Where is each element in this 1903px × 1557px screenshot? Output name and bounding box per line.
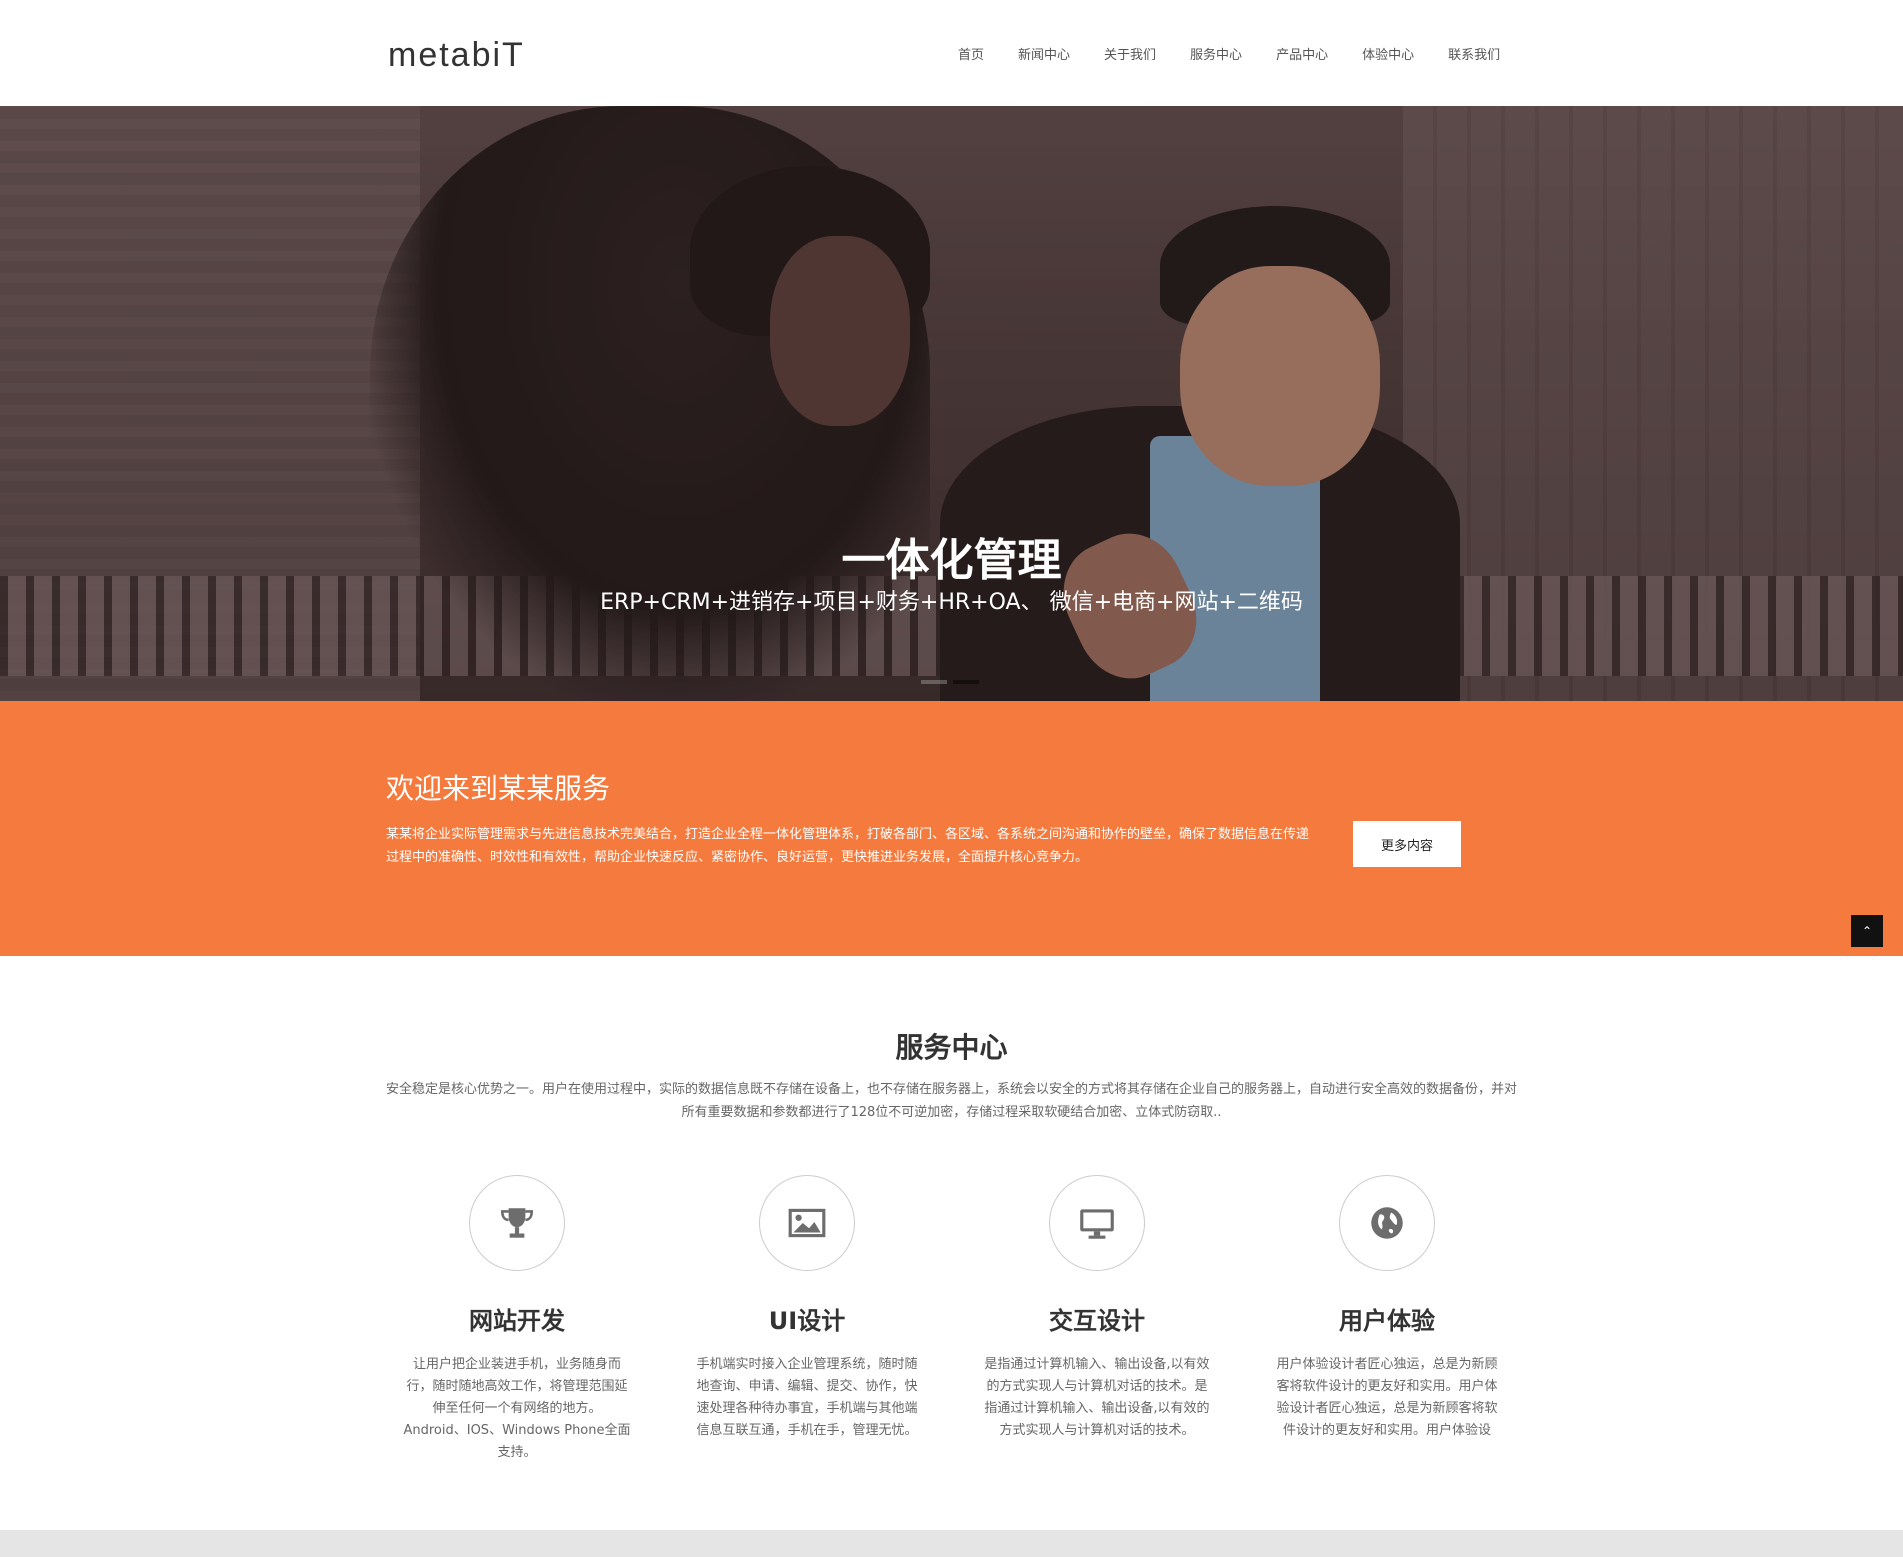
site-logo[interactable]: metabiT <box>388 36 525 75</box>
service-icon-circle[interactable] <box>759 1175 855 1271</box>
page: metabiT 首页 新闻中心 关于我们 服务中心 产品中心 体验中心 联系我们… <box>0 0 1903 1557</box>
welcome-title: 欢迎来到某某服务 <box>386 772 611 805</box>
service-name: 网站开发 <box>469 1307 565 1335</box>
nav-item-about[interactable]: 关于我们 <box>1104 44 1156 63</box>
service-icon-circle[interactable] <box>1049 1175 1145 1271</box>
footer-strip <box>0 1530 1903 1557</box>
hero-slider-dot-active[interactable] <box>953 680 979 684</box>
service-icon-circle[interactable] <box>1339 1175 1435 1271</box>
service-text: 让用户把企业装进手机，业务随身而行，随时随地高效工作，将管理范围延伸至任何一个有… <box>403 1357 631 1460</box>
services-description: 安全稳定是核心优势之一。用户在使用过程中，实际的数据信息既不存储在设备上，也不存… <box>386 1082 1518 1120</box>
services-section: 服务中心 安全稳定是核心优势之一。用户在使用过程中，实际的数据信息既不存储在设备… <box>0 956 1903 1530</box>
service-text: 是指通过计算机输入、输出设备,以有效的方式实现人与计算机对话的技术。是指通过计算… <box>984 1357 1210 1438</box>
nav-item-contact[interactable]: 联系我们 <box>1448 44 1500 63</box>
service-icon-circle[interactable] <box>469 1175 565 1271</box>
welcome-section: 欢迎来到某某服务 某某将企业实际管理需求与先进信息技术完美结合，打造企业全程一体… <box>0 701 1903 956</box>
back-to-top-button[interactable]: ⌃ <box>1851 915 1883 947</box>
site-header: metabiT 首页 新闻中心 关于我们 服务中心 产品中心 体验中心 联系我们 <box>0 0 1903 106</box>
service-card-user-experience: 用户体验 用户体验设计者匠心独运，总是为新顾客将软件设计的更友好和实用。用户体验… <box>1257 1175 1517 1442</box>
service-card-ui-design: UI设计 手机端实时接入企业管理系统，随时随地查询、申请、编辑、提交、协作，快速… <box>677 1175 937 1442</box>
monitor-icon <box>1080 1209 1114 1239</box>
service-text: 用户体验设计者匠心独运，总是为新顾客将软件设计的更友好和实用。用户体验设计者匠心… <box>1276 1357 1498 1438</box>
service-name: 用户体验 <box>1339 1307 1435 1335</box>
nav-item-products[interactable]: 产品中心 <box>1276 44 1328 63</box>
image-icon <box>788 1208 826 1238</box>
nav-item-experience[interactable]: 体验中心 <box>1362 44 1414 63</box>
hero-slider-dot[interactable] <box>921 680 947 684</box>
more-content-button[interactable]: 更多内容 <box>1353 821 1461 867</box>
main-nav: 首页 新闻中心 关于我们 服务中心 产品中心 体验中心 联系我们 <box>958 44 1534 63</box>
services-title: 服务中心 <box>895 1031 1008 1064</box>
service-text: 手机端实时接入企业管理系统，随时随地查询、申请、编辑、提交、协作，快速处理各种待… <box>696 1357 918 1438</box>
hero-title: 一体化管理 <box>841 535 1062 586</box>
hero-subtitle: ERP+CRM+进销存+项目+财务+HR+OA、 微信+电商+网站+二维码 <box>600 590 1303 615</box>
service-name: 交互设计 <box>1049 1307 1145 1335</box>
hero-banner: 一体化管理 ERP+CRM+进销存+项目+财务+HR+OA、 微信+电商+网站+… <box>0 106 1903 701</box>
hero-slider-dots <box>921 680 985 684</box>
welcome-text: 某某将企业实际管理需求与先进信息技术完美结合，打造企业全程一体化管理体系，打破各… <box>386 827 1310 865</box>
service-card-web-dev: 网站开发 让用户把企业装进手机，业务随身而行，随时随地高效工作，将管理范围延伸至… <box>387 1175 647 1464</box>
nav-item-news[interactable]: 新闻中心 <box>1018 44 1070 63</box>
nav-item-home[interactable]: 首页 <box>958 44 984 63</box>
globe-icon <box>1371 1207 1403 1239</box>
service-name: UI设计 <box>768 1307 846 1335</box>
trophy-icon <box>500 1208 534 1238</box>
service-card-interaction: 交互设计 是指通过计算机输入、输出设备,以有效的方式实现人与计算机对话的技术。是… <box>967 1175 1227 1442</box>
nav-item-services[interactable]: 服务中心 <box>1190 44 1242 63</box>
